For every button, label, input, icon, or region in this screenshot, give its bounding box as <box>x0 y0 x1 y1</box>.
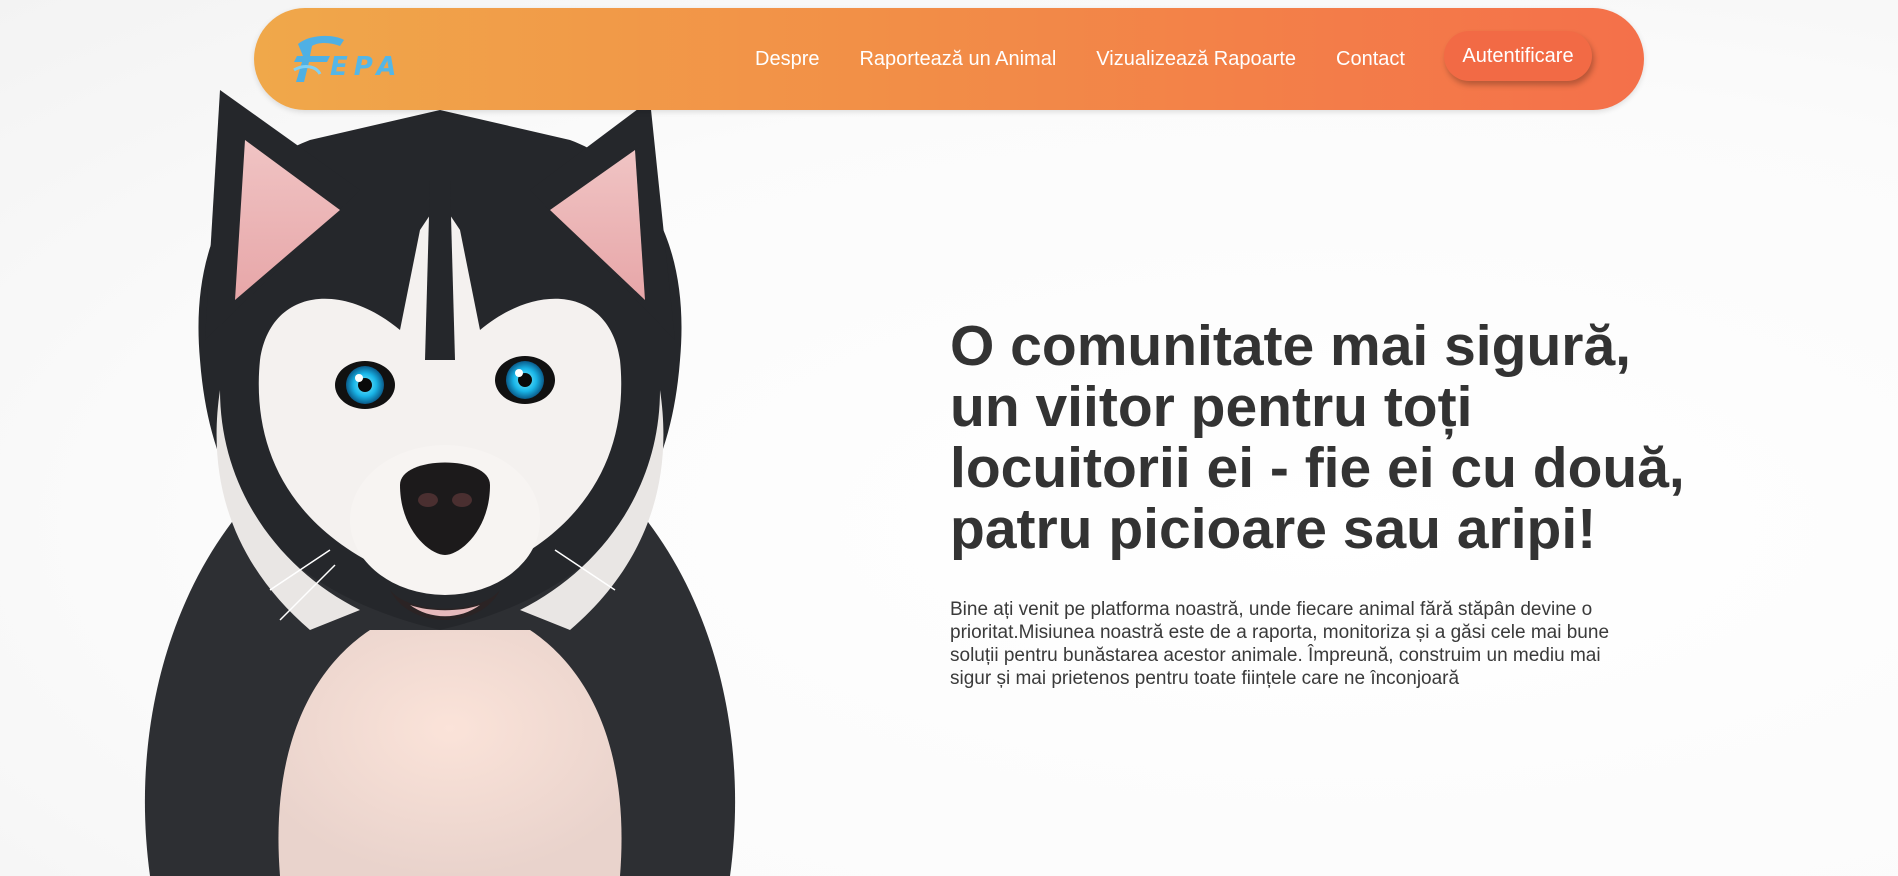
nav-link-vizualizeaza-rapoarte[interactable]: Vizualizează Rapoarte <box>1096 48 1296 71</box>
nav-link-contact[interactable]: Contact <box>1336 48 1405 71</box>
hero-description: Bine ați venit pe platforma noastră, und… <box>950 599 1610 689</box>
nav-link-raporteaza-animal[interactable]: Raportează un Animal <box>859 48 1056 71</box>
hero-title: O comunitate mai sigură, un viitor pentr… <box>950 314 1685 561</box>
landing-page: EPA Despre Raportează un Animal Vizualiz… <box>0 0 1898 876</box>
brand-logo[interactable]: EPA <box>290 30 400 88</box>
nav-link-despre[interactable]: Despre <box>755 48 819 71</box>
brand-name: EPA <box>330 52 403 82</box>
top-navigation-bar: EPA Despre Raportează un Animal Vizualiz… <box>254 8 1644 110</box>
login-button[interactable]: Autentificare <box>1444 31 1592 81</box>
husky-dog-image <box>144 90 736 876</box>
nav-links: Despre Raportează un Animal Vizualizează… <box>755 8 1445 110</box>
hero-section: O comunitate mai sigură, un viitor pentr… <box>950 316 1730 690</box>
